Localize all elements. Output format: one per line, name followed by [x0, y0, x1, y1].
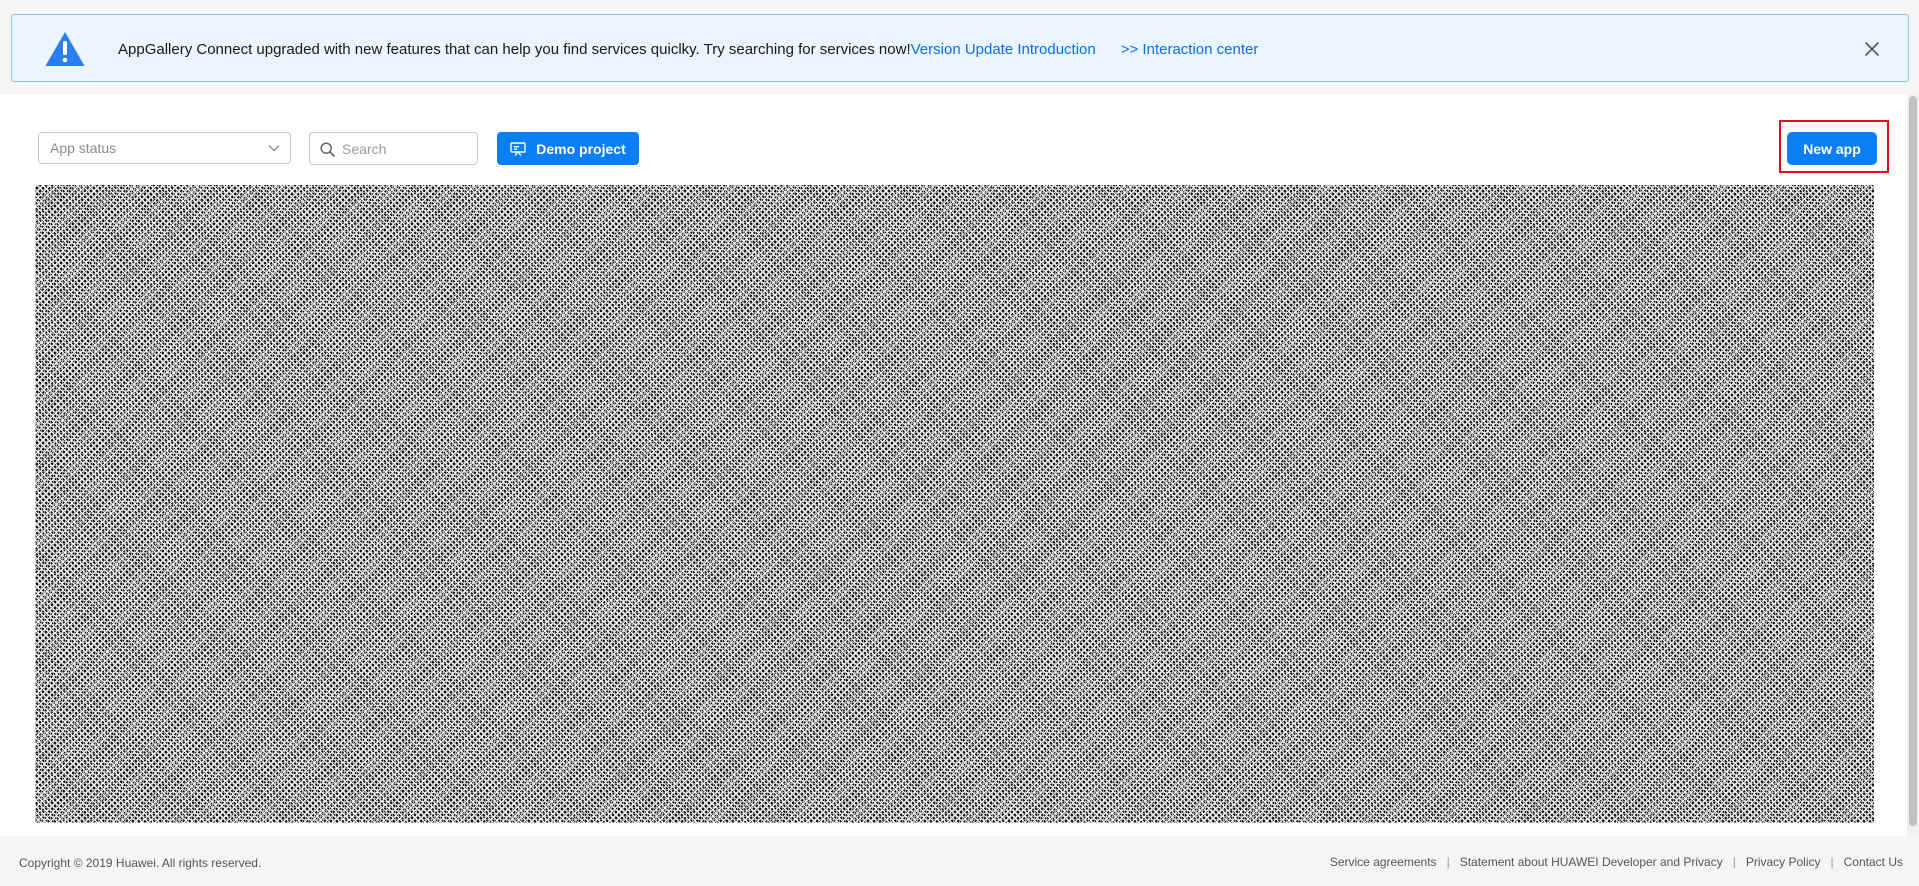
app-status-placeholder: App status: [50, 140, 117, 156]
interaction-center-link[interactable]: >> Interaction center: [1121, 41, 1259, 58]
notice-banner: AppGallery Connect upgraded with new fea…: [11, 14, 1909, 82]
app-status-select[interactable]: App status: [38, 132, 291, 164]
scrollbar-thumb[interactable]: [1909, 96, 1917, 826]
contact-us-link[interactable]: Contact Us: [1844, 855, 1903, 869]
presentation-icon: [510, 141, 526, 156]
app-list-redacted: [35, 185, 1874, 823]
service-agreements-link[interactable]: Service agreements: [1330, 855, 1437, 869]
footer: Copyright © 2019 Huawei. All rights rese…: [0, 836, 1919, 886]
close-icon[interactable]: [1862, 39, 1882, 59]
new-app-label: New app: [1803, 140, 1861, 157]
developer-privacy-statement-link[interactable]: Statement about HUAWEI Developer and Pri…: [1460, 855, 1723, 869]
version-update-link[interactable]: Version Update Introduction: [911, 41, 1096, 58]
footer-separator: |: [1446, 855, 1450, 869]
search-input[interactable]: [342, 134, 472, 163]
demo-project-button[interactable]: Demo project: [497, 132, 639, 165]
warning-icon: [45, 32, 85, 66]
notice-text: AppGallery Connect upgraded with new fea…: [118, 15, 1258, 83]
demo-project-label: Demo project: [536, 140, 626, 157]
notice-message: AppGallery Connect upgraded with new fea…: [118, 40, 911, 58]
footer-separator: |: [1830, 855, 1834, 869]
footer-links: Service agreements | Statement about HUA…: [1330, 855, 1903, 869]
privacy-policy-link[interactable]: Privacy Policy: [1746, 855, 1821, 869]
search-icon: [320, 142, 335, 157]
footer-separator: |: [1732, 855, 1736, 869]
search-box: [309, 132, 478, 165]
copyright-text: Copyright © 2019 Huawei. All rights rese…: [19, 856, 262, 870]
chevron-down-icon: [268, 145, 280, 152]
new-app-button[interactable]: New app: [1787, 132, 1877, 165]
